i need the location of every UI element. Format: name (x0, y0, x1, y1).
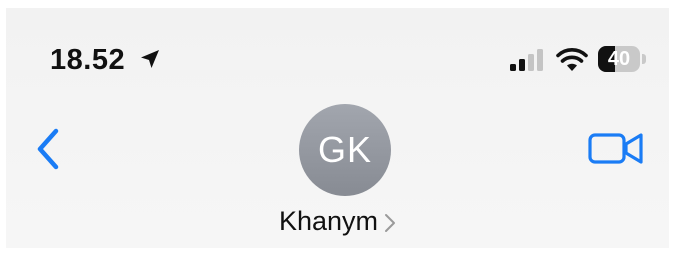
cellular-signal-icon (510, 49, 543, 71)
battery-body: 40 (598, 46, 640, 72)
battery-level: 40 (607, 48, 631, 70)
status-time: 18.52 (50, 44, 126, 76)
contact-name: Khanym (278, 205, 379, 236)
video-camera-icon (588, 133, 643, 164)
chevron-right-icon (385, 213, 396, 232)
messages-conversation-header: 18.52 40 GK Khanym (6, 8, 669, 248)
video-call-button[interactable] (586, 126, 646, 170)
location-arrow-icon (141, 50, 159, 68)
battery-icon: 40 (598, 46, 646, 72)
contact-avatar[interactable]: GK (299, 104, 391, 196)
chevron-left-icon (37, 128, 59, 170)
avatar-initials: GK (317, 129, 372, 170)
back-button[interactable] (30, 126, 66, 172)
contact-name-button[interactable]: Khanym (6, 204, 669, 238)
battery-cap (642, 54, 646, 64)
wifi-icon (556, 48, 588, 71)
